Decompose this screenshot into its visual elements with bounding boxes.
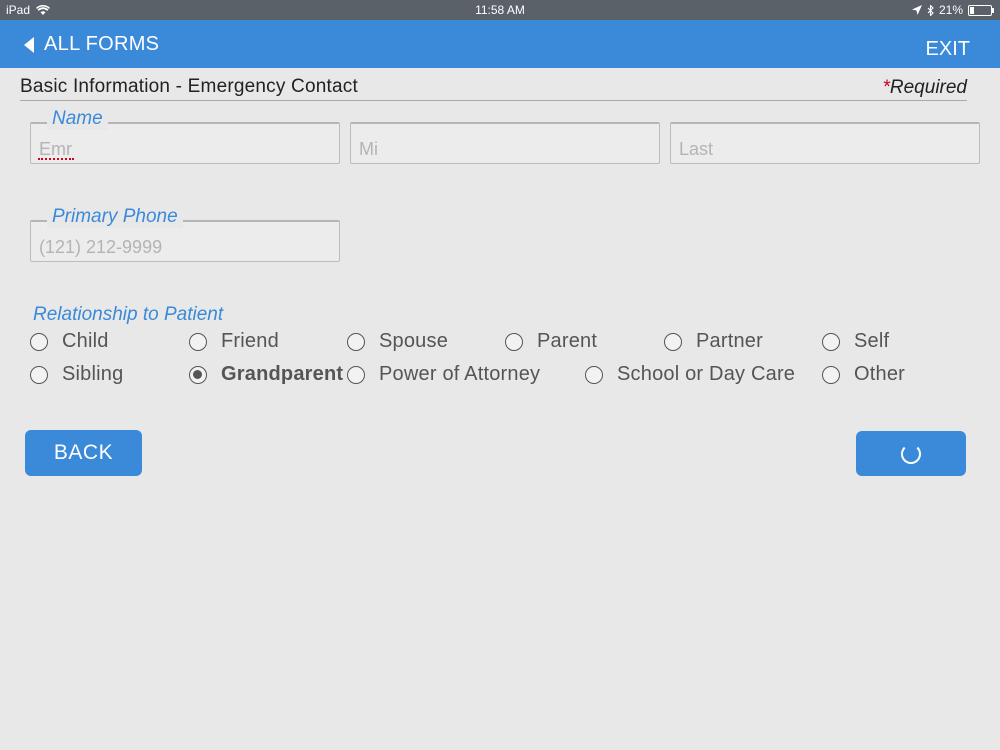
radio-label: Friend (221, 330, 279, 352)
all-forms-back-link[interactable]: ALL FORMS (24, 33, 159, 56)
radio-label: School or Day Care (617, 363, 796, 385)
status-bar: iPad 11:58 AM 21% (0, 0, 1000, 20)
header-divider (20, 100, 967, 101)
radio-friend[interactable]: Friend (189, 330, 279, 353)
required-label: Required (889, 77, 967, 98)
section-title: Basic Information - Emergency Contact (20, 76, 358, 97)
radio-label: Power of Attorney (379, 363, 541, 385)
all-forms-label: ALL FORMS (44, 33, 160, 55)
radio-circle[interactable] (822, 332, 840, 351)
radio-circle[interactable] (30, 365, 48, 384)
last-name-input[interactable] (671, 124, 979, 163)
status-time: 11:58 AM (475, 3, 525, 17)
next-button[interactable] (856, 431, 966, 476)
radio-other[interactable]: Other (822, 363, 905, 386)
location-arrow-icon (911, 5, 922, 15)
radio-label: Other (854, 363, 906, 385)
radio-self[interactable]: Self (822, 330, 889, 353)
relationship-label: Relationship to Patient (33, 304, 224, 325)
radio-child[interactable]: Child (30, 330, 109, 353)
required-note: *Required (882, 77, 967, 99)
back-button[interactable]: BACK (25, 430, 142, 476)
radio-label: Grandparent (221, 363, 344, 385)
nav-bar: ALL FORMS EXIT (0, 20, 1000, 68)
radio-sibling[interactable]: Sibling (30, 363, 123, 386)
radio-label: Parent (537, 330, 598, 352)
status-right: 21% (911, 3, 994, 17)
radio-grandparent[interactable]: Grandparent (189, 363, 343, 386)
radio-circle[interactable] (664, 332, 682, 351)
radio-partner[interactable]: Partner (664, 330, 763, 353)
radio-label: Spouse (379, 330, 449, 352)
radio-label: Sibling (62, 363, 124, 385)
radio-circle[interactable] (30, 332, 48, 351)
radio-label: Child (62, 330, 109, 352)
radio-circle[interactable] (822, 365, 840, 384)
name-legend: Name (47, 108, 108, 130)
radio-spouse[interactable]: Spouse (347, 330, 448, 353)
radio-parent[interactable]: Parent (505, 330, 597, 353)
radio-label: Self (854, 330, 890, 352)
radio-school-or-day-care[interactable]: School or Day Care (585, 363, 795, 386)
back-arrow-icon (24, 36, 34, 53)
battery-percent: 21% (938, 3, 963, 17)
radio-power-of-attorney[interactable]: Power of Attorney (347, 363, 540, 386)
radio-circle[interactable] (347, 332, 365, 351)
middle-initial-input[interactable] (351, 124, 659, 163)
spellcheck-underline (38, 156, 74, 160)
middle-initial-field (350, 122, 660, 164)
radio-circle[interactable] (585, 365, 603, 384)
required-star: * (882, 77, 890, 98)
radio-circle[interactable] (347, 365, 365, 384)
battery-icon (968, 4, 994, 16)
radio-circle-selected[interactable] (189, 365, 207, 384)
radio-circle[interactable] (189, 332, 207, 351)
radio-circle[interactable] (505, 332, 523, 351)
exit-button[interactable]: EXIT (926, 38, 970, 61)
bluetooth-icon (927, 4, 934, 16)
spinner-icon (901, 443, 921, 464)
last-name-field (670, 122, 980, 164)
primary-phone-legend: Primary Phone (47, 206, 183, 228)
back-button-label: BACK (53, 441, 114, 464)
radio-label: Partner (696, 330, 763, 352)
